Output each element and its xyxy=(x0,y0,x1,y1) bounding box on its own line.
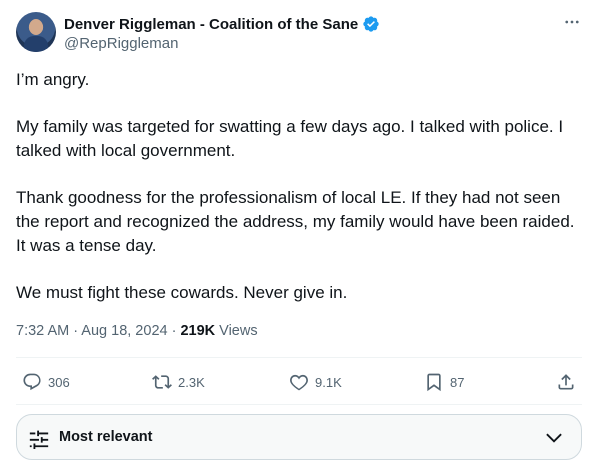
share-icon xyxy=(558,374,574,390)
action-bar: 306 2.3K 9.1K 87 xyxy=(16,370,582,394)
like-icon xyxy=(290,374,308,391)
sliders-icon xyxy=(29,430,49,449)
avatar-shirt xyxy=(24,36,48,52)
avatar[interactable] xyxy=(16,12,56,52)
like-button[interactable]: 9.1K xyxy=(289,370,342,394)
avatar-face xyxy=(29,19,43,35)
views-count: 219K xyxy=(180,323,216,339)
share-button[interactable] xyxy=(556,370,576,394)
divider xyxy=(16,357,582,358)
repost-icon xyxy=(152,375,172,389)
name-row: Denver Riggleman - Coalition of the Sane xyxy=(64,14,380,34)
tweet-paragraph: My family was targeted for swatting a fe… xyxy=(16,117,564,160)
repost-count: 2.3K xyxy=(178,374,205,390)
reply-button[interactable]: 306 xyxy=(22,370,70,394)
tweet-meta: 7:32 AM · Aug 18, 2024 · 219K Views xyxy=(16,323,258,339)
like-count: 9.1K xyxy=(315,374,342,390)
tweet-paragraph: I’m angry. xyxy=(16,70,90,89)
author-handle[interactable]: @RepRiggleman xyxy=(64,35,178,52)
bookmark-button[interactable]: 87 xyxy=(424,370,464,394)
more-options-icon[interactable] xyxy=(562,12,582,32)
reply-icon xyxy=(23,373,41,391)
tweet-header: Denver Riggleman - Coalition of the Sane… xyxy=(16,12,582,56)
bookmark-icon xyxy=(427,373,441,392)
repost-button[interactable]: 2.3K xyxy=(152,370,205,394)
meta-separator: · xyxy=(167,323,181,339)
tweet-paragraph: Thank goodness for the professionalism o… xyxy=(16,188,575,255)
bookmark-count: 87 xyxy=(450,374,465,390)
tweet-time[interactable]: 7:32 AM xyxy=(16,323,69,339)
divider xyxy=(16,404,582,405)
verified-badge-icon[interactable] xyxy=(362,15,380,33)
views-label: Views xyxy=(215,323,258,339)
reply-count: 306 xyxy=(48,374,70,390)
sort-label: Most relevant xyxy=(59,429,153,445)
display-name[interactable]: Denver Riggleman - Coalition of the Sane xyxy=(64,16,358,33)
tweet-paragraph: We must fight these cowards. Never give … xyxy=(16,283,348,302)
chevron-down-icon[interactable] xyxy=(543,427,565,449)
tweet-date[interactable]: Aug 18, 2024 xyxy=(81,323,167,339)
reply-sort-selector[interactable]: Most relevant xyxy=(16,414,582,460)
tweet-text: I’m angry. My family was targeted for sw… xyxy=(16,68,582,328)
meta-separator: · xyxy=(69,323,82,339)
